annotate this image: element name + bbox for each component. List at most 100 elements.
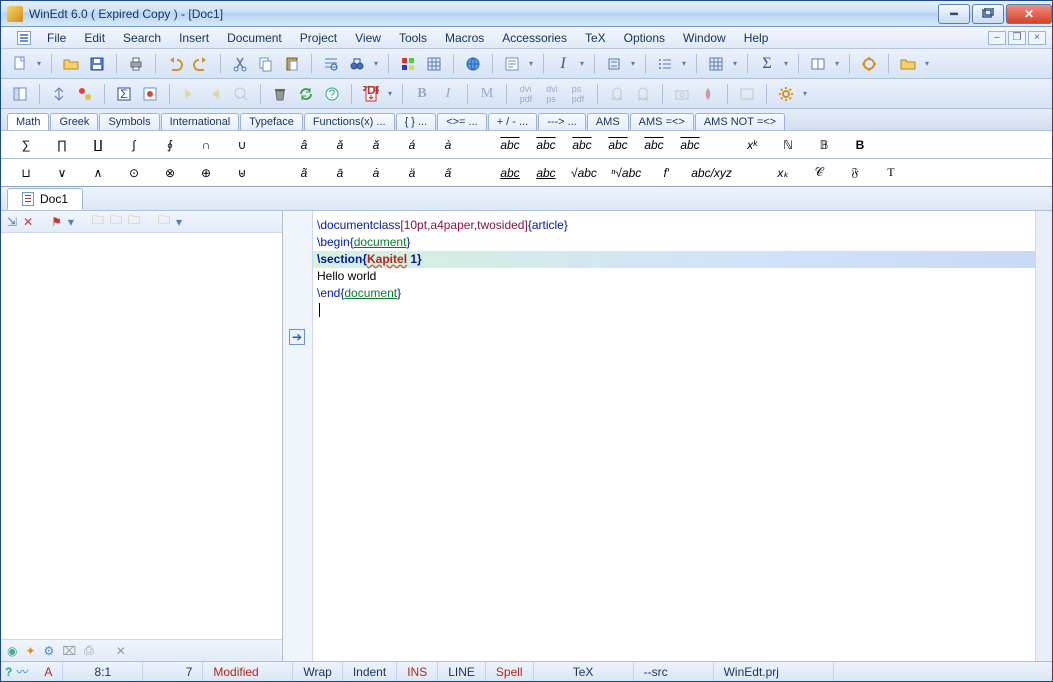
tree-btn2-icon[interactable]: ✦ <box>25 644 35 658</box>
tree-btn1-icon[interactable]: ◉ <box>7 644 17 658</box>
m-button[interactable]: M <box>476 83 498 105</box>
find-dropdown[interactable]: ▾ <box>372 59 380 68</box>
gear-dropdown[interactable]: ▾ <box>801 89 809 98</box>
menu-insert[interactable]: Insert <box>171 29 217 47</box>
italic-button[interactable]: I <box>552 53 574 75</box>
pspdf-button[interactable]: pspdf <box>567 83 589 105</box>
table-button[interactable] <box>423 53 445 75</box>
sym-frac[interactable]: abc/xyz <box>691 166 732 180</box>
sym-widehat[interactable]: abc <box>499 138 521 152</box>
color-button[interactable] <box>397 53 419 75</box>
menu-file[interactable]: File <box>39 29 74 47</box>
section-dropdown[interactable]: ▾ <box>527 59 535 68</box>
menu-document[interactable]: Document <box>219 29 290 47</box>
tab-international[interactable]: International <box>161 113 240 130</box>
sym-bbN[interactable]: ℕ <box>777 138 799 152</box>
tree-btn4-icon[interactable]: ⌧ <box>62 644 76 658</box>
sym-wedge[interactable]: ∧ <box>87 166 109 180</box>
sym-oplus[interactable]: ⊕ <box>195 166 217 180</box>
tab-arrows[interactable]: ---> ... <box>538 113 586 130</box>
menu-accessories[interactable]: Accessories <box>494 29 575 47</box>
pdf-button[interactable]: PDF <box>360 83 382 105</box>
sym-overleftarrow[interactable]: abc <box>571 138 593 152</box>
tab-braces[interactable]: { } ... <box>396 113 437 130</box>
menu-view[interactable]: View <box>347 29 389 47</box>
section-button[interactable] <box>501 53 523 75</box>
sym-otimes[interactable]: ⊗ <box>159 166 181 180</box>
camera-button[interactable] <box>671 83 693 105</box>
tree-expand-icon[interactable]: ⇲ <box>7 215 17 229</box>
redo-button[interactable] <box>190 53 212 75</box>
binoculars-button[interactable] <box>346 53 368 75</box>
list-dropdown[interactable]: ▾ <box>680 59 688 68</box>
tree-dropdown-icon[interactable]: ▾ <box>68 215 74 229</box>
sym-tilde[interactable]: ã <box>293 166 315 180</box>
tab-ams-eq[interactable]: AMS =<> <box>630 113 694 130</box>
sigma-dropdown[interactable]: ▾ <box>782 59 790 68</box>
book-button[interactable] <box>807 53 829 75</box>
sym-int[interactable]: ∫ <box>123 138 145 152</box>
recycle-button[interactable] <box>295 83 317 105</box>
tree-body[interactable] <box>1 233 282 639</box>
status-project[interactable]: WinEdt.prj <box>714 662 834 681</box>
menu-tex[interactable]: TeX <box>577 29 614 47</box>
open-button[interactable] <box>60 53 82 75</box>
tab-relations[interactable]: <>= ... <box>437 113 487 130</box>
env-dropdown[interactable]: ▾ <box>629 59 637 68</box>
mdi-close[interactable]: × <box>1028 31 1046 45</box>
sym-dacute[interactable]: a̋ <box>437 166 459 180</box>
compile-button[interactable] <box>139 83 161 105</box>
sym-cup[interactable]: ∪ <box>231 138 253 152</box>
menu-help[interactable]: Help <box>736 29 777 47</box>
sym-coprod[interactable]: ∐ <box>87 138 109 152</box>
errors-button[interactable] <box>74 83 96 105</box>
sym-grave[interactable]: à <box>437 138 459 152</box>
sigma-box-button[interactable]: Σ <box>113 83 135 105</box>
ghost2-button[interactable] <box>632 83 654 105</box>
bold-button[interactable]: B <box>411 83 433 105</box>
vertical-scrollbar[interactable] <box>1035 211 1052 661</box>
print-button[interactable] <box>125 53 147 75</box>
menu-options[interactable]: Options <box>616 29 673 47</box>
sym-rm[interactable]: T <box>880 165 902 180</box>
minimize-button[interactable]: ━ <box>938 4 970 24</box>
sym-prod[interactable]: ∏ <box>51 138 73 152</box>
folder2-button[interactable] <box>897 53 919 75</box>
tree-folder1-icon[interactable]: 🗀 <box>92 211 104 232</box>
tree-folder4-icon[interactable]: 🗀 <box>158 211 170 232</box>
next-error-button[interactable] <box>178 83 200 105</box>
sym-breve[interactable]: ă <box>365 138 387 152</box>
sym-dot[interactable]: ȧ <box>365 166 387 180</box>
paste-button[interactable] <box>281 53 303 75</box>
sym-frakF[interactable]: 𝔉 <box>844 165 866 180</box>
yap-button[interactable] <box>736 83 758 105</box>
tab-greek[interactable]: Greek <box>50 113 98 130</box>
menu-search[interactable]: Search <box>115 29 169 47</box>
find-button[interactable] <box>320 53 342 75</box>
book-dropdown[interactable]: ▾ <box>833 59 841 68</box>
sym-sqcup[interactable]: ⊔ <box>15 166 37 180</box>
status-help-icon[interactable]: ? <box>1 665 16 679</box>
doc-tab-doc1[interactable]: Doc1 <box>7 188 83 210</box>
sym-check[interactable]: ǎ <box>329 138 351 152</box>
globe-button[interactable] <box>462 53 484 75</box>
tab-ams-neq[interactable]: AMS NOT =<> <box>695 113 785 130</box>
tree-toggle-button[interactable] <box>9 83 31 105</box>
dvipdf-button[interactable]: dvipdf <box>515 83 537 105</box>
pdf-dropdown[interactable]: ▾ <box>386 89 394 98</box>
maximize-button[interactable] <box>972 4 1004 24</box>
tab-symbols[interactable]: Symbols <box>99 113 159 130</box>
acrobat-button[interactable] <box>697 83 719 105</box>
close-button[interactable]: ✕ <box>1006 4 1052 24</box>
sym-acute[interactable]: á <box>401 138 423 152</box>
sym-hat[interactable]: â <box>293 138 315 152</box>
sym-underline[interactable]: abc <box>499 166 521 180</box>
sym-odot[interactable]: ⊙ <box>123 166 145 180</box>
cut-button[interactable] <box>229 53 251 75</box>
menu-tools[interactable]: Tools <box>391 29 435 47</box>
tree-btn5-icon[interactable]: ⎙ <box>84 643 94 658</box>
sym-sup[interactable]: xᵏ <box>741 138 763 152</box>
tree-folder2-icon[interactable]: 🗀 <box>110 211 122 232</box>
sym-overline[interactable]: abc <box>643 138 665 152</box>
zoom-out-button[interactable] <box>230 83 252 105</box>
